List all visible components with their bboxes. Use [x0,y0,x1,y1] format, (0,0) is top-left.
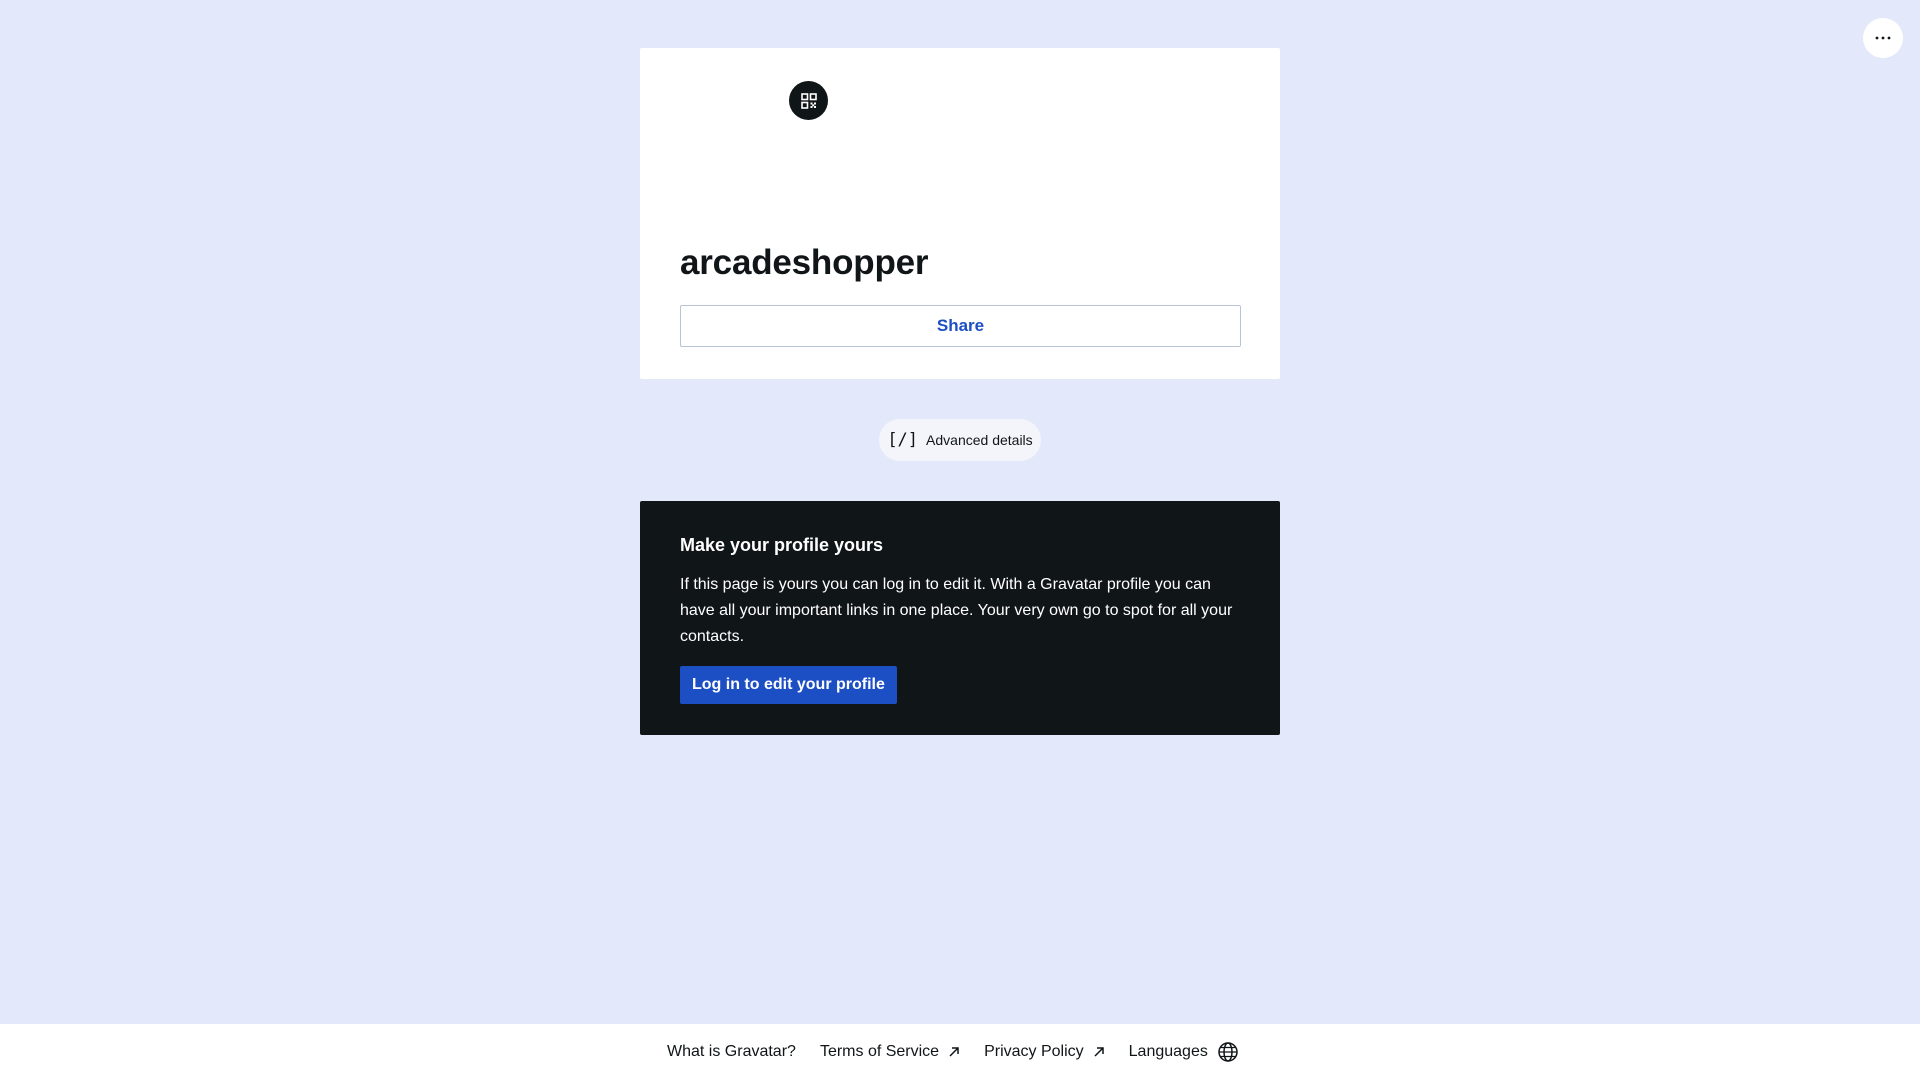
advanced-details-button[interactable]: [/] Advanced details [879,419,1041,461]
qr-code-button[interactable] [789,81,828,120]
footer-link-label: Languages [1128,1043,1208,1060]
login-button[interactable]: Log in to edit your profile [680,666,897,704]
footer-link-terms[interactable]: Terms of Service [820,1043,960,1061]
external-arrow-icon [1093,1046,1105,1058]
footer-link-languages[interactable]: Languages [1129,1041,1239,1063]
external-arrow-icon [948,1046,960,1058]
claim-profile-text: If this page is yours you can log in to … [680,576,1233,645]
profile-username: arcadeshopper [680,243,929,282]
qr-code-icon [800,92,817,109]
profile-card: arcadeshopper Share [640,48,1280,379]
more-horizontal-icon [1875,36,1891,40]
code-icon: [/] [887,430,919,450]
share-button[interactable]: Share [680,305,1241,347]
footer-link-what-is-gravatar[interactable]: What is Gravatar? [667,1043,796,1061]
claim-profile-card: Make your profile yours If this page is … [640,501,1280,735]
advanced-details-label: Advanced details [926,432,1033,448]
footer-link-label: What is Gravatar? [667,1043,796,1060]
globe-icon [1217,1041,1239,1063]
more-options-button[interactable] [1863,18,1903,58]
claim-profile-title: Make your profile yours [680,535,884,555]
footer: What is Gravatar? Terms of Service Priva… [0,1024,1920,1080]
footer-links: What is Gravatar? Terms of Service Priva… [667,1024,1239,1080]
footer-link-privacy[interactable]: Privacy Policy [984,1043,1105,1061]
footer-link-label: Terms of Service [819,1043,940,1060]
footer-link-label: Privacy Policy [984,1043,1084,1060]
